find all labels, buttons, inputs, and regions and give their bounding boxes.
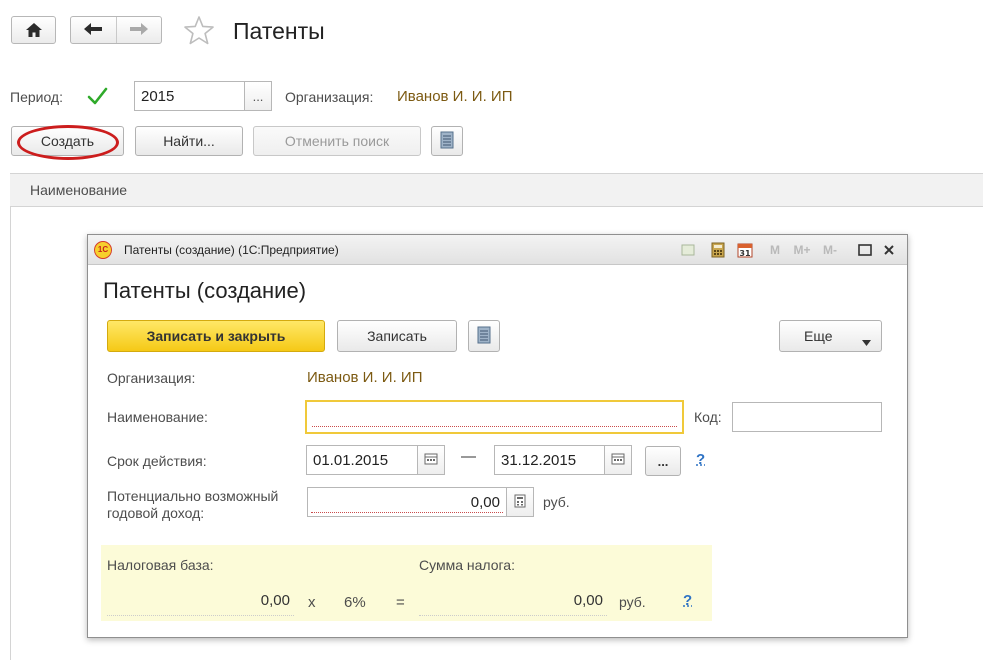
period-select-button[interactable]: ... [244, 81, 272, 111]
link-icon[interactable] [679, 241, 697, 259]
period-field[interactable]: 2015 [134, 81, 245, 111]
tax-times-sign: x [308, 594, 316, 611]
income-label-line-1: Потенциально возможный [107, 488, 279, 504]
save-button[interactable]: Записать [337, 320, 457, 352]
page-title: Патенты [233, 18, 325, 44]
maximize-icon[interactable] [856, 241, 874, 259]
period-checkbox[interactable] [86, 86, 108, 111]
close-icon[interactable] [880, 241, 898, 259]
name-input[interactable] [305, 400, 684, 434]
arrow-left-icon [83, 22, 103, 39]
home-icon [25, 22, 43, 38]
back-button[interactable] [71, 17, 116, 43]
term-to-calendar-button[interactable] [604, 445, 632, 475]
tax-base-value: 0,00 [107, 586, 294, 616]
code-label: Код: [694, 409, 722, 425]
calendar-icon [424, 453, 438, 468]
tax-equals-sign: = [396, 594, 405, 611]
cancel-search-button[interactable]: Отменить поиск [253, 126, 421, 156]
list-settings-button[interactable] [431, 126, 463, 156]
required-underline [311, 512, 503, 513]
calculator-icon[interactable] [709, 241, 727, 259]
list-header: Наименование [10, 174, 983, 207]
income-value: 0,00 [470, 494, 500, 511]
period-label: Период: [10, 89, 63, 105]
term-label: Срок действия: [107, 453, 207, 469]
dialog-org-value-link[interactable]: Иванов И. И. ИП [307, 369, 422, 386]
tax-help-link[interactable]: ? [683, 592, 692, 609]
income-currency: руб. [543, 494, 570, 510]
code-input[interactable] [732, 402, 882, 432]
column-name-header[interactable]: Наименование [30, 182, 127, 198]
forward-button[interactable] [115, 17, 162, 43]
dialog-org-label: Организация: [107, 370, 196, 386]
memory-m-button[interactable]: M [768, 241, 782, 259]
income-input[interactable]: 0,00 [307, 487, 507, 517]
term-help-link[interactable]: ? [696, 451, 705, 468]
triangle-down-icon [862, 333, 871, 349]
dialog-name-label: Наименование: [107, 409, 208, 425]
tax-currency: руб. [619, 594, 646, 610]
income-label: Потенциально возможный годовой доход: [107, 488, 278, 522]
income-calculator-button[interactable] [506, 487, 534, 517]
more-dropdown-button[interactable]: Еще [779, 320, 882, 352]
tax-base-label: Налоговая база: [107, 557, 214, 573]
tax-sum-value: 0,00 [419, 586, 607, 616]
term-select-period-button[interactable]: ... [645, 446, 681, 476]
tax-sum-label: Сумма налога: [419, 557, 515, 573]
favorite-star-icon[interactable] [183, 15, 215, 49]
term-from-input[interactable]: 01.01.2015 [306, 445, 418, 475]
calendar-icon[interactable]: 31 [736, 241, 754, 259]
list-icon [477, 326, 491, 347]
arrow-right-icon [129, 22, 149, 39]
save-and-close-button[interactable]: Записать и закрыть [107, 320, 325, 352]
memory-plus-button[interactable]: M+ [790, 241, 814, 259]
1c-logo-icon: 1С [94, 241, 112, 259]
org-value-link[interactable]: Иванов И. И. ИП [397, 88, 512, 105]
term-to-input[interactable]: 31.12.2015 [494, 445, 605, 475]
income-label-line-2: годовой доход: [107, 505, 205, 521]
find-button[interactable]: Найти... [135, 126, 243, 156]
term-dash: — [461, 448, 476, 465]
history-nav [70, 16, 162, 44]
home-button[interactable] [11, 16, 56, 44]
calendar-icon [611, 453, 625, 468]
dialog-titlebar[interactable]: 1С Патенты (создание) (1С:Предприятие) 3… [88, 235, 907, 265]
org-label: Организация: [285, 89, 374, 105]
memory-minus-button[interactable]: M- [818, 241, 842, 259]
create-button[interactable]: Создать [11, 126, 124, 156]
list-icon [440, 131, 454, 152]
tax-rate: 6% [344, 594, 366, 611]
checkmark-icon [87, 87, 108, 105]
term-from-calendar-button[interactable] [417, 445, 445, 475]
calculator-icon [514, 494, 526, 511]
svg-text:31: 31 [739, 249, 751, 258]
more-label: Еще [804, 328, 833, 344]
dialog-window-title: Патенты (создание) (1С:Предприятие) [124, 243, 339, 257]
dialog-list-settings-button[interactable] [468, 320, 500, 352]
required-underline [312, 426, 677, 427]
dialog-title: Патенты (создание) [103, 278, 307, 303]
